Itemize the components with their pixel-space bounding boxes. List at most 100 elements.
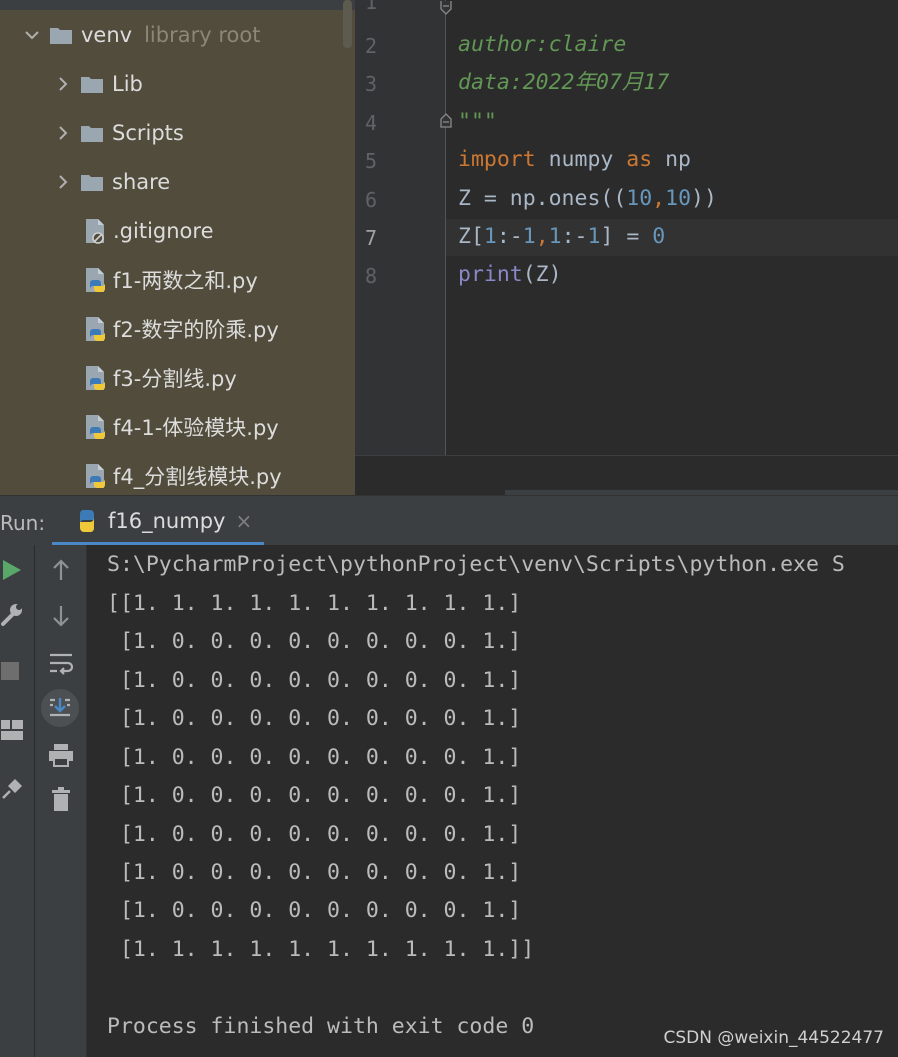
run-label: Run: [0, 511, 46, 535]
console-output-line: [1. 0. 0. 0. 0. 0. 0. 0. 0. 1.] [107, 668, 522, 693]
code-token: ] = [600, 224, 653, 249]
line-number-current: 7 [364, 226, 378, 250]
project-scrollbar[interactable] [343, 0, 352, 48]
console-output-line: [1. 0. 0. 0. 0. 0. 0. 0. 0. 1.] [107, 860, 522, 885]
tree-item-gitignore[interactable]: .gitignore [83, 209, 214, 253]
code-line[interactable]: print(Z) [458, 256, 562, 294]
line-number: 5 [364, 149, 378, 173]
console-exit-message: Process finished with exit code 0 [107, 1014, 535, 1039]
chevron-down-icon[interactable] [24, 27, 40, 43]
project-header-strip [0, 0, 355, 10]
scroll-to-end-icon[interactable] [41, 689, 79, 727]
code-token: np [652, 147, 692, 172]
console-output-line: [1. 0. 0. 0. 0. 0. 0. 0. 0. 1.] [107, 706, 522, 731]
chevron-right-icon[interactable] [55, 76, 71, 92]
tree-item-py-file[interactable]: f2-数字的阶乘.py [83, 307, 279, 351]
fold-start-icon[interactable] [438, 112, 454, 128]
console-output-line: [1. 0. 0. 0. 0. 0. 0. 0. 0. 1.] [107, 629, 522, 654]
code-line[interactable]: Z[1:-1,1:-1] = 0 [458, 218, 665, 256]
code-token: )) [691, 186, 717, 211]
code-line[interactable]: Z = np.ones((10,10)) [458, 180, 717, 218]
watermark: CSDN @weixin_44522477 [663, 1028, 884, 1048]
pin-icon[interactable] [0, 775, 24, 801]
close-icon[interactable]: × [235, 509, 252, 533]
code-token: 1 [548, 224, 562, 249]
code-line[interactable]: author:claire [458, 26, 626, 64]
code-token: 1 [587, 224, 601, 249]
tree-item-label: share [112, 170, 171, 194]
code-token: """ [458, 0, 497, 15]
line-number: 2 [364, 34, 378, 58]
tree-item-label: f2-数字的阶乘.py [113, 318, 279, 342]
folder-icon [81, 125, 103, 142]
console-output-line: [1. 0. 0. 0. 0. 0. 0. 0. 0. 1.] [107, 898, 522, 923]
code-token: 0 [652, 224, 666, 249]
soft-wrap-icon[interactable] [46, 649, 76, 677]
arrow-down-icon[interactable] [48, 603, 74, 629]
stop-icon[interactable] [0, 661, 20, 681]
fold-end-icon[interactable] [438, 0, 454, 16]
code-token: :- [561, 224, 588, 249]
ignored-file-icon [86, 219, 104, 244]
code-line[interactable]: """ [458, 0, 497, 22]
console-output-line: [1. 0. 0. 0. 0. 0. 0. 0. 0. 1.] [107, 822, 522, 847]
code-token: author:claire [458, 32, 627, 57]
tree-item-lib[interactable]: Lib [55, 62, 143, 106]
tree-item-label: f4-1-体验模块.py [113, 416, 279, 440]
tree-item-py-file[interactable]: f4_分割线模块.py [83, 454, 282, 495]
code-token: """ [458, 109, 497, 134]
run-toolbar-secondary [35, 545, 87, 1057]
code-token: , [535, 224, 549, 249]
trash-icon[interactable] [48, 785, 74, 813]
python-icon [79, 510, 95, 532]
tree-item-label: .gitignore [113, 219, 214, 243]
line-number: 8 [364, 264, 378, 288]
console-output-line: [1. 0. 0. 0. 0. 0. 0. 0. 0. 1.] [107, 783, 522, 808]
tree-item-share[interactable]: share [55, 160, 170, 204]
code-editor[interactable]: 1 2 3 4 5 6 7 8 """ author:claire data:2… [355, 0, 898, 495]
code-token: Z[ [458, 224, 484, 249]
tree-item-py-file[interactable]: f3-分割线.py [83, 356, 237, 400]
print-icon[interactable] [47, 741, 75, 769]
project-tool-window: venv library root Lib Scripts share .git… [0, 0, 355, 495]
python-file-icon [86, 415, 105, 439]
tree-item-venv[interactable]: venv library root [24, 13, 260, 57]
code-token: Z = np.ones(( [458, 186, 627, 211]
tree-item-scripts[interactable]: Scripts [55, 111, 184, 155]
tree-item-py-file[interactable]: f4-1-体验模块.py [83, 405, 279, 449]
line-number: 1 [364, 0, 378, 14]
rerun-icon[interactable] [0, 557, 24, 583]
library-root-label: library root [144, 23, 261, 47]
tree-item-py-file[interactable]: f1-两数之和.py [83, 258, 258, 302]
folder-icon [50, 27, 72, 44]
run-tab-f16-numpy[interactable]: f16_numpy × [52, 496, 264, 546]
console-output-line: [1. 0. 0. 0. 0. 0. 0. 0. 0. 1.] [107, 745, 522, 770]
code-token: numpy [535, 147, 627, 172]
tree-item-label: venv [81, 23, 133, 47]
console-command-line: S:\PycharmProject\pythonProject\venv\Scr… [107, 552, 845, 577]
line-number: 6 [364, 188, 378, 212]
python-file-icon [86, 268, 105, 292]
chevron-right-icon[interactable] [55, 125, 71, 141]
run-tab-title: f16_numpy [108, 509, 226, 533]
python-file-icon [86, 317, 105, 341]
layout-icon[interactable] [0, 719, 24, 741]
code-line[interactable]: import numpy as np [458, 141, 691, 179]
run-toolbar-primary [0, 545, 35, 1057]
wrench-icon[interactable] [0, 601, 24, 627]
line-number: 3 [364, 72, 378, 96]
tree-item-label: f4_分割线模块.py [113, 465, 282, 489]
folder-icon [81, 174, 103, 191]
code-token: (Z) [522, 262, 562, 287]
code-token: 10 [665, 186, 692, 211]
code-token: :- [496, 224, 523, 249]
code-line[interactable]: data:2022年07月17 [458, 64, 669, 102]
code-token: 1 [483, 224, 497, 249]
arrow-up-icon[interactable] [48, 557, 74, 583]
editor-bottom-area [355, 455, 898, 495]
chevron-right-icon[interactable] [55, 174, 71, 190]
run-console-output[interactable]: S:\PycharmProject\pythonProject\venv\Scr… [87, 545, 898, 1057]
code-token: as [626, 147, 653, 172]
code-line[interactable]: """ [458, 103, 497, 141]
tree-item-label: f1-两数之和.py [113, 269, 258, 293]
